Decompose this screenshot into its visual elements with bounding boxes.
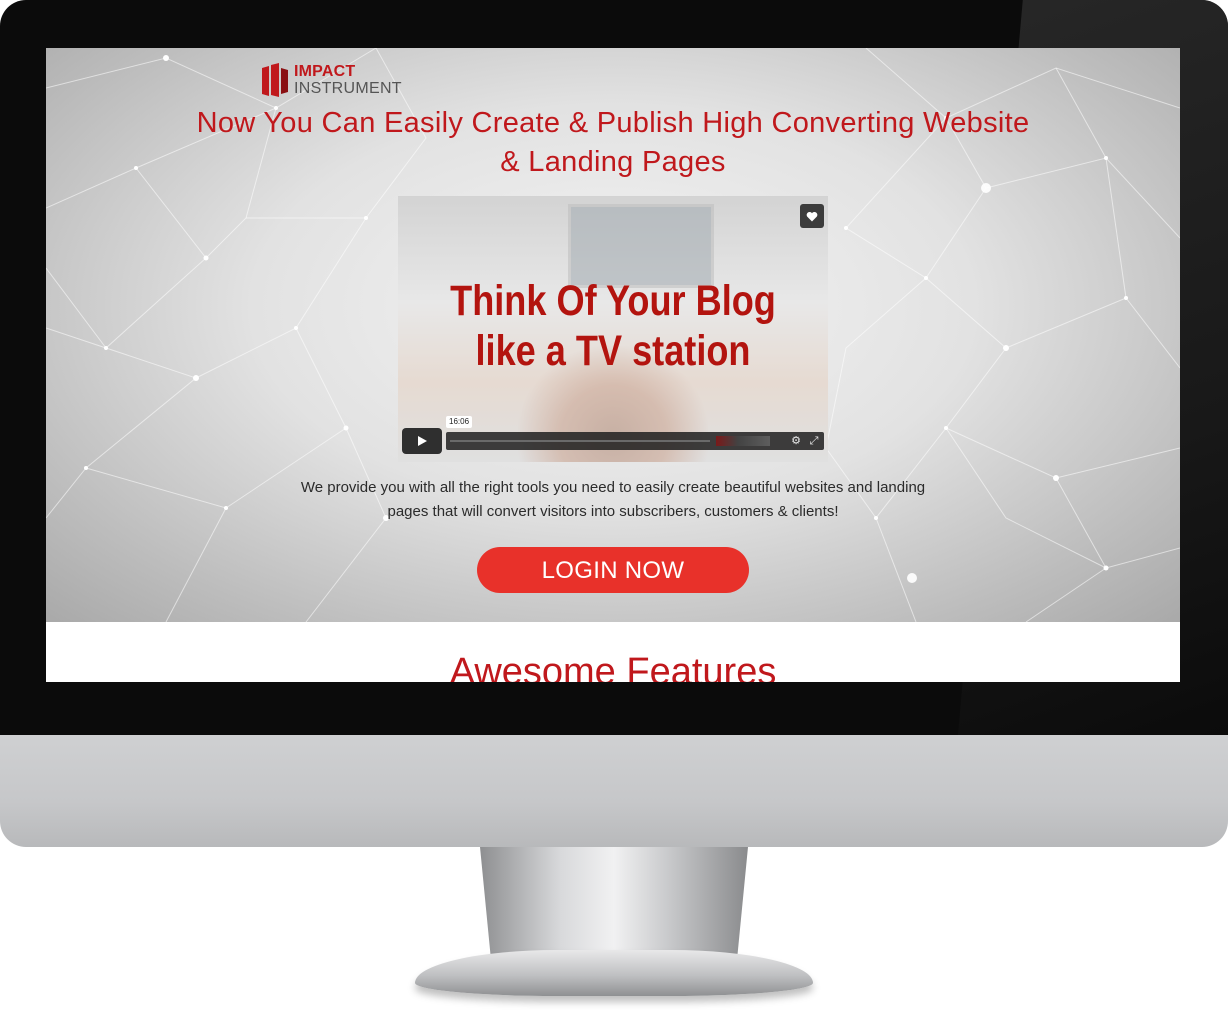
hero-description: We provide you with all the right tools … — [300, 479, 926, 520]
like-button[interactable] — [800, 204, 824, 228]
fullscreen-icon[interactable]: ⤢ — [808, 435, 820, 447]
player-brand-logo — [716, 436, 770, 446]
features-heading: Awesome Features — [449, 651, 777, 682]
heart-icon — [806, 211, 818, 221]
logo-line-1: IMPACT — [294, 63, 356, 80]
video-title: Think Of Your Blog like a TV station — [432, 276, 793, 376]
gear-icon[interactable]: ⚙ — [790, 435, 802, 447]
login-now-button[interactable]: LOGIN NOW — [477, 547, 749, 593]
logo-text: IMPACT INSTRUMENT — [294, 63, 402, 97]
video-progress-bar[interactable]: ⚙ ⤢ — [446, 432, 824, 450]
logo-mark-icon — [262, 63, 288, 97]
video-title-line-2: like a TV station — [475, 327, 751, 375]
browser-screen: IMPACT INSTRUMENT Now You Can Easily Cre… — [46, 48, 1180, 682]
brand-logo[interactable]: IMPACT INSTRUMENT — [260, 60, 402, 100]
video-control-bar: ⚙ ⤢ 16:06 — [402, 416, 824, 454]
monitor-chin — [0, 735, 1228, 847]
hero-headline: Now You Can Easily Create & Publish High… — [196, 107, 1030, 178]
logo-line-2: INSTRUMENT — [294, 80, 402, 97]
play-button[interactable] — [402, 428, 442, 454]
monitor-frame: IMPACT INSTRUMENT Now You Can Easily Cre… — [0, 0, 1228, 735]
play-icon — [418, 436, 427, 446]
video-timestamp: 16:06 — [446, 416, 473, 428]
video-title-line-1: Think Of Your Blog — [450, 277, 776, 325]
hero-section: IMPACT INSTRUMENT Now You Can Easily Cre… — [46, 48, 1180, 622]
progress-track — [450, 440, 710, 442]
monitor-stand-base — [415, 950, 813, 996]
monitor-stand-neck — [480, 847, 748, 957]
video-player[interactable]: Think Of Your Blog like a TV station ⚙ ⤢… — [398, 196, 828, 462]
